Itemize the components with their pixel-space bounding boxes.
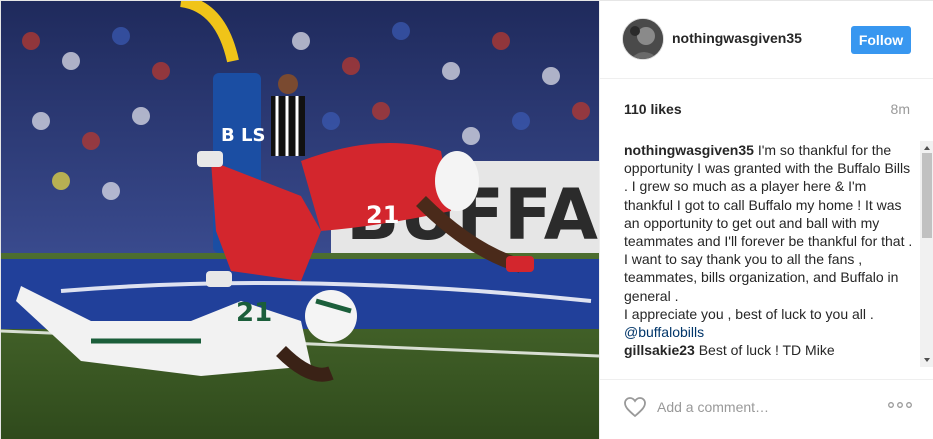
- comment-text: Best of luck ! TD Mike: [698, 342, 835, 359]
- football-photo: BUFFALO B LS 21: [1, 1, 599, 439]
- post-footer: [600, 379, 933, 439]
- post-side-panel: nothingwasgiven35 Follow 110 likes 8m no…: [599, 1, 933, 439]
- comment-username[interactable]: gillsakie23: [624, 342, 695, 358]
- avatar-image: [623, 19, 663, 59]
- jets-number: 21: [236, 298, 272, 328]
- comments-list: nothingwasgiven35 I'm so thankful for th…: [624, 141, 914, 369]
- avatar[interactable]: [622, 18, 664, 60]
- add-comment-input[interactable]: [657, 394, 867, 420]
- post-photo[interactable]: BUFFALO B LS 21: [1, 1, 599, 439]
- comments-scrollbar[interactable]: [920, 141, 933, 367]
- post-time[interactable]: 8m: [891, 101, 910, 117]
- bills-number: 21: [366, 201, 399, 229]
- username-link[interactable]: nothingwasgiven35: [672, 30, 802, 46]
- comment-username[interactable]: nothingwasgiven35: [624, 142, 754, 158]
- mention-link[interactable]: @buffalobills: [624, 324, 704, 340]
- pad-letters: B LS: [221, 125, 265, 146]
- heart-outline-icon[interactable]: [623, 396, 647, 418]
- more-options-icon[interactable]: [887, 400, 913, 410]
- scroll-down-arrow-icon[interactable]: [920, 353, 933, 367]
- comment-item: nothingwasgiven35 I'm so thankful for th…: [624, 141, 914, 341]
- instagram-post: BUFFALO B LS 21: [0, 0, 933, 439]
- follow-button[interactable]: Follow: [851, 26, 911, 54]
- likes-count[interactable]: 110 likes: [624, 101, 682, 117]
- comment-text: I'm so thankful for the opportunity I wa…: [624, 142, 913, 322]
- post-header: nothingwasgiven35 Follow: [600, 1, 933, 79]
- scroll-thumb[interactable]: [922, 153, 932, 238]
- comment-item: gillsakie23 Best of luck ! TD Mike: [624, 341, 914, 359]
